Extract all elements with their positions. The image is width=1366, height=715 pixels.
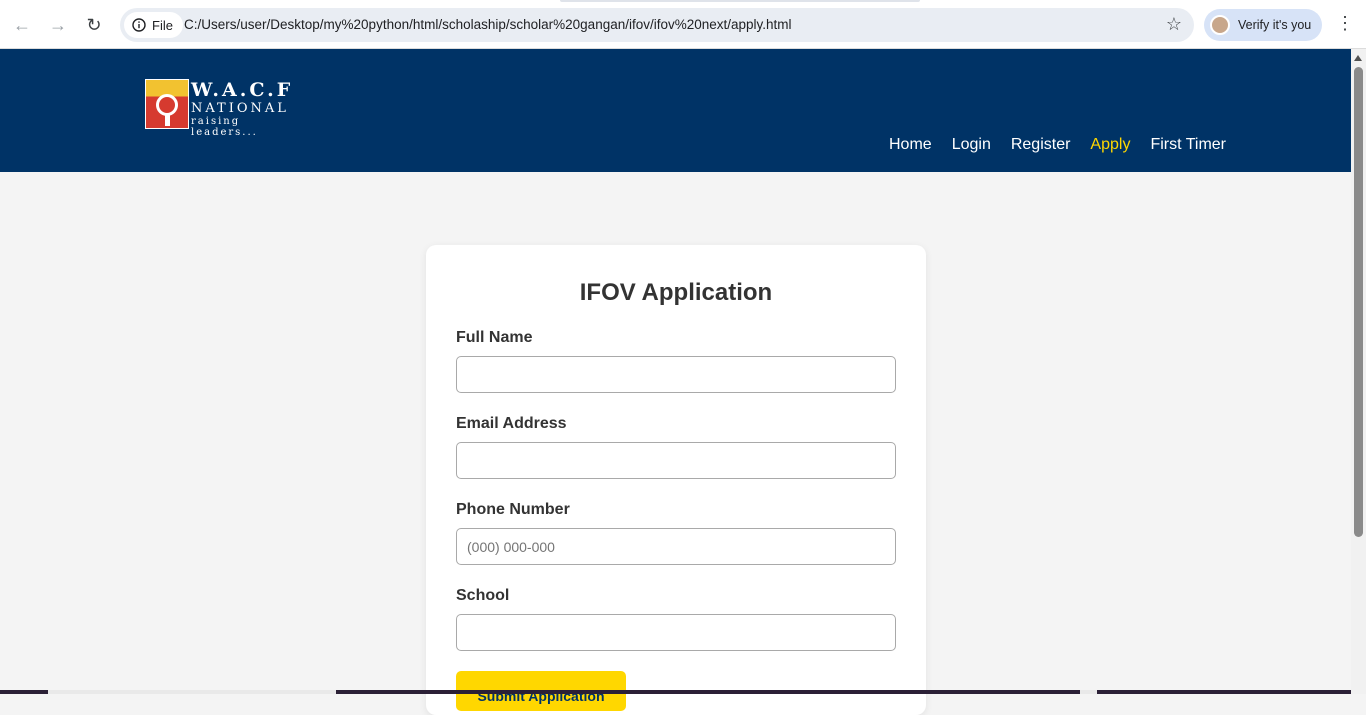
main-nav: Home Login Register Apply First Timer [889,136,1226,154]
tab-strip-edge [560,0,920,2]
logo-emblem-icon [145,79,189,129]
logo-title: W.A.C.F [191,79,294,101]
logo-tagline: raising leaders... [191,116,258,138]
site-info-label: File [152,17,173,33]
nav-home[interactable]: Home [889,136,932,154]
address-bar[interactable]: File C:/Users/user/Desktop/my%20python/h… [120,8,1194,42]
star-icon[interactable]: ☆ [1166,14,1182,35]
scroll-up-icon[interactable] [1354,55,1362,61]
profile-button[interactable]: Verify it's you [1204,9,1322,41]
taskbar-peek [0,690,1351,694]
site-header: W.A.C.F NATIONAL raising leaders... Home… [0,49,1351,172]
kebab-menu-icon[interactable]: ⋮ [1336,14,1354,32]
info-icon [132,18,146,32]
form-title: IFOV Application [579,279,773,306]
logo-subtitle: NATIONAL [191,101,289,116]
application-form-card: IFOV Application Full Name Email Address… [426,245,926,715]
url-text[interactable]: C:/Users/user/Desktop/my%20python/html/s… [184,17,792,32]
scrollbar-thumb[interactable] [1354,67,1363,537]
page-scrollbar[interactable] [1351,49,1366,694]
profile-label: Verify it's you [1238,18,1312,32]
full-name-label: Full Name [456,329,533,346]
reload-icon: ↻ [86,14,102,35]
nav-first-timer[interactable]: First Timer [1150,136,1226,154]
nav-register[interactable]: Register [1011,136,1071,154]
browser-toolbar: ← → ↻ File C:/Users/user/Desktop/my%20py… [0,0,1366,49]
email-label: Email Address [456,415,567,432]
full-name-input[interactable] [456,356,896,393]
school-label: School [456,587,510,604]
school-input[interactable] [456,614,896,651]
site-logo[interactable]: W.A.C.F NATIONAL raising leaders... [145,79,310,138]
arrow-right-icon: → [49,14,67,35]
nav-login[interactable]: Login [952,136,991,154]
avatar [1210,15,1230,35]
phone-input[interactable] [456,528,896,565]
phone-label: Phone Number [456,501,570,518]
forward-button[interactable]: → [45,12,71,38]
reload-button[interactable]: ↻ [81,12,107,38]
nav-apply[interactable]: Apply [1090,136,1130,154]
email-input[interactable] [456,442,896,479]
back-button[interactable]: ← [9,12,35,38]
arrow-left-icon: ← [13,14,31,35]
